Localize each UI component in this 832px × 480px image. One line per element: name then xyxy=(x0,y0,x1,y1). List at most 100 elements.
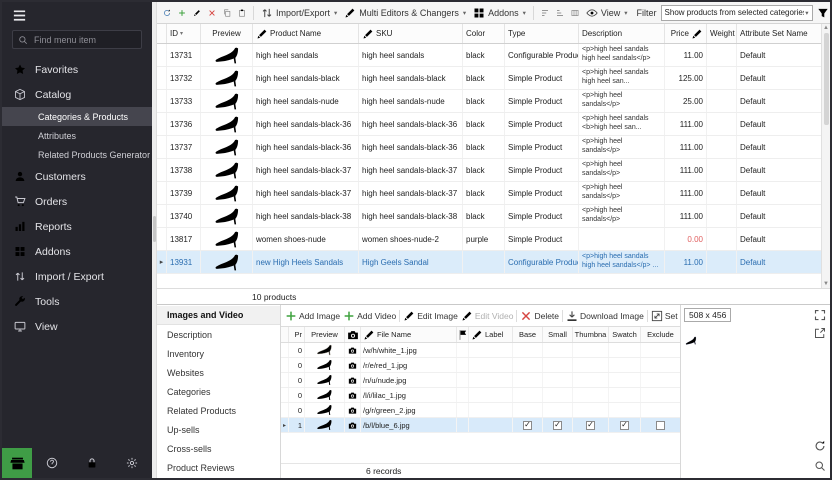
header-label[interactable]: Label xyxy=(469,327,513,342)
product-row[interactable]: 13732high heel sandals-blackhigh heel sa… xyxy=(157,67,821,90)
paste-icon[interactable] xyxy=(236,7,248,19)
sidebar-item-addons[interactable]: Addons xyxy=(2,239,152,264)
download-image-button[interactable]: Download Image xyxy=(566,310,644,322)
header-preview[interactable]: Preview xyxy=(201,24,253,43)
header-file-name[interactable]: File Name xyxy=(361,327,457,342)
rotate-icon[interactable] xyxy=(814,440,826,452)
menu-search-input[interactable] xyxy=(32,34,136,46)
delete-image-button[interactable]: Delete xyxy=(520,310,559,322)
lock-icon[interactable] xyxy=(86,457,98,469)
checkbox[interactable] xyxy=(656,421,665,430)
image-row[interactable]: 0/w/h/white_1.jpg xyxy=(281,343,680,358)
store-button[interactable] xyxy=(2,448,32,478)
addons-button[interactable]: Addons ▾ xyxy=(470,6,529,20)
sidebar-item-reports[interactable]: Reports xyxy=(2,214,152,239)
delete-product-icon[interactable] xyxy=(206,7,218,19)
header-color[interactable]: Color xyxy=(463,24,505,43)
copy-icon[interactable] xyxy=(221,7,233,19)
header-type[interactable]: Type xyxy=(505,24,579,43)
sidebar-item-customers[interactable]: Customers xyxy=(2,164,152,189)
tab-description[interactable]: Description xyxy=(157,325,280,344)
image-row[interactable]: 0/g/r/green_2.jpg xyxy=(281,403,680,418)
add-image-button[interactable]: Add Image xyxy=(285,310,340,322)
header-base[interactable]: Base xyxy=(513,327,543,342)
product-row[interactable]: ▸13931new High Heels SandalsHigh Geels S… xyxy=(157,251,821,274)
header-product-name[interactable]: Product Name xyxy=(253,24,359,43)
fullscreen-icon[interactable] xyxy=(814,309,826,321)
tab-related-products[interactable]: Related Products xyxy=(157,401,280,420)
columns-icon[interactable] xyxy=(569,7,581,19)
sidebar-item-related-products-generator[interactable]: Related Products Generator xyxy=(2,145,152,164)
product-row[interactable]: 13739high heel sandals-black-37high heel… xyxy=(157,182,821,205)
header-preview[interactable]: Preview xyxy=(305,327,345,342)
tab-product-reviews[interactable]: Product Reviews xyxy=(157,458,280,477)
view-button[interactable]: View ▾ xyxy=(583,6,631,20)
add-video-button[interactable]: Add Video xyxy=(343,310,396,322)
zoom-icon[interactable] xyxy=(814,460,826,472)
tab-categories[interactable]: Categories xyxy=(157,382,280,401)
header-id[interactable]: ID ▾ xyxy=(167,24,201,43)
column-label: Swatch xyxy=(612,330,637,339)
header-swatch[interactable]: Swatch xyxy=(609,327,641,342)
scroll-up-icon[interactable]: ▲ xyxy=(823,25,829,31)
checkbox[interactable]: ✓ xyxy=(620,421,629,430)
tab-websites[interactable]: Websites xyxy=(157,363,280,382)
header-attribute-set[interactable]: Attribute Set Name xyxy=(737,24,821,43)
header-flag[interactable] xyxy=(457,327,469,342)
checkbox[interactable]: ✓ xyxy=(553,421,562,430)
checkbox[interactable]: ✓ xyxy=(523,421,532,430)
menu-toggle-button[interactable] xyxy=(2,2,152,28)
product-row[interactable]: 13731high heel sandalshigh heel sandalsb… xyxy=(157,44,821,67)
sidebar-item-tools[interactable]: Tools xyxy=(2,289,152,314)
header-price[interactable]: Price xyxy=(665,24,707,43)
help-icon[interactable] xyxy=(46,457,58,469)
scroll-down-icon[interactable]: ▼ xyxy=(823,281,829,287)
product-row[interactable]: 13733high heel sandals-nudehigh heel san… xyxy=(157,90,821,113)
sidebar-item-view[interactable]: View xyxy=(2,314,152,339)
tab-cross-sells[interactable]: Cross-sells xyxy=(157,439,280,458)
gear-icon[interactable] xyxy=(126,457,138,469)
header-priority[interactable]: Pr xyxy=(289,327,305,342)
edit-image-button[interactable]: Edit Image xyxy=(403,310,458,322)
header-description[interactable]: Description xyxy=(579,24,665,43)
sidebar-item-import-export[interactable]: Import / Export xyxy=(2,264,152,289)
set-resize-rule-button[interactable]: Set Resize Rule xyxy=(651,310,680,322)
header-small[interactable]: Small xyxy=(543,327,573,342)
tab-images-and-video[interactable]: Images and Video xyxy=(157,306,280,325)
sidebar-item-catalog[interactable]: Catalog xyxy=(2,82,152,107)
edit-product-icon[interactable] xyxy=(191,7,203,19)
image-row[interactable]: 0/l/i/lilac_1.jpg xyxy=(281,388,680,403)
header-sku[interactable]: SKU xyxy=(359,24,463,43)
header-weight[interactable]: Weight xyxy=(707,24,737,43)
sidebar-item-orders[interactable]: Orders xyxy=(2,189,152,214)
import-export-button[interactable]: Import/Export ▾ xyxy=(258,6,340,20)
checkbox[interactable]: ✓ xyxy=(586,421,595,430)
product-row[interactable]: 13738high heel sandals-black-37high heel… xyxy=(157,159,821,182)
refresh-icon[interactable] xyxy=(161,7,173,19)
product-row[interactable]: 13817women shoes-nudewomen shoes-nude-2p… xyxy=(157,228,821,251)
sort-ascending-icon[interactable] xyxy=(539,7,551,19)
category-filter-select[interactable]: Show products from selected categories ▾ xyxy=(661,5,813,21)
product-row[interactable]: 13740high heel sandals-black-38high heel… xyxy=(157,205,821,228)
tab-up-sells[interactable]: Up-sells xyxy=(157,420,280,439)
vertical-scrollbar[interactable]: ▲ ▼ xyxy=(821,24,830,288)
sidebar-item-attributes[interactable]: Attributes xyxy=(2,126,152,145)
header-camera[interactable] xyxy=(345,327,361,342)
filters-button[interactable]: Filters ▾ xyxy=(814,6,830,20)
sidebar-item-categories-products[interactable]: Categories & Products xyxy=(2,107,152,126)
product-row[interactable]: 13737high heel sandals-black-36high heel… xyxy=(157,136,821,159)
header-exclude[interactable]: Exclude xyxy=(641,327,680,342)
image-row[interactable]: 0/n/u/nude.jpg xyxy=(281,373,680,388)
open-external-icon[interactable] xyxy=(814,327,826,339)
product-row[interactable]: 13736high heel sandals-black-36high heel… xyxy=(157,113,821,136)
multi-editors-button[interactable]: Multi Editors & Changers ▾ xyxy=(341,6,469,20)
image-row[interactable]: ▸1/b/l/blue_6.jpg✓✓✓✓ xyxy=(281,418,680,433)
sidebar-item-favorites[interactable]: Favorites xyxy=(2,57,152,82)
sort-descending-icon[interactable] xyxy=(554,7,566,19)
header-thumbnail[interactable]: Thumbna xyxy=(573,327,609,342)
scrollbar-thumb[interactable] xyxy=(824,33,829,125)
menu-search[interactable] xyxy=(12,30,142,49)
tab-inventory[interactable]: Inventory xyxy=(157,344,280,363)
image-row[interactable]: 0/r/e/red_1.jpg xyxy=(281,358,680,373)
add-product-icon[interactable] xyxy=(176,7,188,19)
